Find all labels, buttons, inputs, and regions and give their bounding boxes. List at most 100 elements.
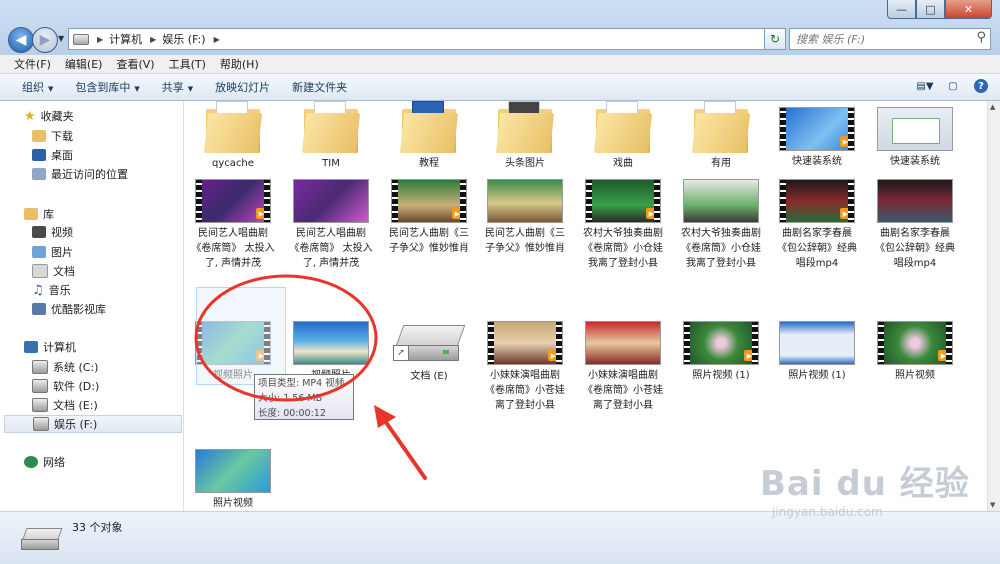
sidebar-item-documents[interactable]: 文档 <box>32 262 75 280</box>
preview-pane-icon[interactable]: ▢ <box>944 78 962 94</box>
sidebar-item-desktop[interactable]: 桌面 <box>32 146 73 164</box>
sidebar-item-label: 系统 (C:) <box>53 361 99 374</box>
search-icon[interactable]: ⚲ <box>976 30 986 45</box>
sidebar-computer[interactable]: 计算机 <box>24 338 76 356</box>
new-folder-button[interactable]: 新建文件夹 <box>292 79 347 95</box>
maximize-button[interactable]: □ <box>916 0 945 19</box>
share-label: 共享 <box>161 81 184 94</box>
sidebar-item-drive-c[interactable]: 系统 (C:) <box>32 358 98 376</box>
file-item-video[interactable]: 农村大爷独奏曲剧《卷席筒》小仓娃我离了登封小县 <box>678 179 764 271</box>
sidebar-item-pictures[interactable]: 图片 <box>32 243 73 261</box>
video-library-icon <box>32 226 46 238</box>
sidebar-libraries[interactable]: 库 <box>24 205 54 223</box>
file-name: 照片视频 (1) <box>788 370 846 381</box>
file-item-video[interactable]: ▶ 快速装系统 <box>774 107 860 169</box>
file-item-video[interactable]: ▶ 小妹妹演唱曲剧《卷席筒》小苍娃离了登封小县 <box>482 321 568 413</box>
chevron-down-icon: ▼ <box>134 85 140 93</box>
menu-edit[interactable]: 编辑(E) <box>65 56 103 72</box>
vertical-scrollbar[interactable]: ▲ ▼ <box>987 101 1000 511</box>
file-item-folder[interactable]: 戏曲 <box>580 101 666 171</box>
file-item-folder[interactable]: qycache <box>190 101 276 171</box>
file-item-video[interactable]: ▶ 民间艺人曲剧《三子争父》惟妙惟肖 <box>386 179 472 256</box>
file-name: 快速装系统 <box>792 156 842 167</box>
file-name: 民间艺人曲剧《三子争父》惟妙惟肖 <box>485 228 565 254</box>
tooltip-size: 大小: 1.56 MB <box>258 393 323 404</box>
file-name: 快速装系统 <box>890 156 940 167</box>
sidebar-item-youku[interactable]: 优酷影视库 <box>32 300 106 318</box>
sidebar-item-drive-f[interactable]: 娱乐 (F:) <box>4 415 182 433</box>
breadcrumb-separator[interactable]: ▶ <box>214 35 220 44</box>
scroll-down-icon[interactable]: ▼ <box>990 501 995 509</box>
file-item-video[interactable]: ▶ 照片视频 (1) <box>678 321 764 383</box>
youku-library-icon <box>32 303 46 315</box>
sidebar-item-label: 娱乐 (F:) <box>54 418 98 431</box>
file-item-video[interactable]: ▶ 照片视频 <box>872 321 958 383</box>
navigation-bar: ◀ ▶ ▼ ▶ 计算机 ▶ 娱乐 (F:) ▶ ▼ ↻ ⚲ <box>0 24 1000 54</box>
file-item-video[interactable]: ▶ 曲剧名家李春晨《包公辞朝》经典唱段mp4 <box>774 179 860 271</box>
file-name: 有用 <box>711 158 731 169</box>
file-name: TIM <box>322 158 340 169</box>
menu-file[interactable]: 文件(F) <box>14 56 51 72</box>
file-item-video[interactable]: 照片视频 <box>190 449 276 511</box>
file-item-drive-shortcut[interactable]: ➚ 文档 (E) <box>386 321 472 384</box>
file-item-video[interactable]: 曲剧名家李春晨《包公辞朝》经典唱段mp4 <box>872 179 958 271</box>
sidebar-item-drive-d[interactable]: 软件 (D:) <box>32 377 99 395</box>
file-item-folder[interactable]: TIM <box>288 101 374 171</box>
sidebar-item-videos[interactable]: 视频 <box>32 223 73 241</box>
minimize-button[interactable]: — <box>887 0 916 19</box>
file-item-video[interactable]: 小妹妹演唱曲剧《卷席筒》小苍娃离了登封小县 <box>580 321 666 413</box>
file-item-video[interactable]: 民间艺人曲剧《三子争父》惟妙惟肖 <box>482 179 568 256</box>
file-item-video[interactable]: 照片视频 (1) <box>774 321 860 383</box>
folder-icon <box>399 101 459 153</box>
file-item-folder[interactable]: 有用 <box>678 101 764 171</box>
breadcrumb-separator[interactable]: ▶ <box>150 35 156 44</box>
file-item-video[interactable]: ▶ 农村大爷独奏曲剧《卷席筒》小仓娃我离了登封小县 <box>580 179 666 271</box>
breadcrumb-drive-f[interactable]: 娱乐 (F:) <box>162 31 205 47</box>
help-button[interactable]: ? <box>972 78 990 94</box>
file-name: 照片视频 <box>213 498 253 509</box>
file-item-folder[interactable]: 头条图片 <box>482 101 568 171</box>
breadcrumb-computer[interactable]: 计算机 <box>109 31 142 47</box>
back-button[interactable]: ◀ <box>8 27 34 53</box>
sidebar-item-recent[interactable]: 最近访问的位置 <box>32 165 128 183</box>
file-item-video[interactable]: 快速装系统 <box>872 107 958 169</box>
breadcrumb-separator[interactable]: ▶ <box>97 35 103 44</box>
desktop-icon <box>32 149 46 161</box>
sidebar-item-label: 音乐 <box>48 284 71 297</box>
view-options-icon[interactable]: ▤▼ <box>916 78 934 94</box>
search-input[interactable] <box>794 29 968 49</box>
include-in-library-button[interactable]: 包含到库中 ▼ <box>75 79 139 95</box>
slideshow-button[interactable]: 放映幻灯片 <box>215 79 270 95</box>
share-button[interactable]: 共享 ▼ <box>162 79 193 95</box>
address-bar[interactable]: ▶ 计算机 ▶ 娱乐 (F:) ▶ ▼ <box>68 28 786 50</box>
command-bar-right: ▤▼ ▢ ? <box>916 78 990 94</box>
sidebar-item-music[interactable]: ♫ 音乐 <box>32 281 71 299</box>
file-info-tooltip: 项目类型: MP4 视频 大小: 1.56 MB 长度: 00:00:12 <box>254 374 354 420</box>
file-item-video[interactable]: ▶ 民间艺人唱曲剧《卷席筒》 太投入了, 声情并茂 <box>190 179 276 271</box>
search-box[interactable]: ⚲ <box>789 28 991 50</box>
file-item-folder[interactable]: 教程 <box>386 101 472 171</box>
scroll-up-icon[interactable]: ▲ <box>990 103 995 111</box>
close-button[interactable]: ✕ <box>945 0 992 19</box>
refresh-button[interactable]: ↻ <box>764 28 786 50</box>
forward-button[interactable]: ▶ <box>32 27 58 53</box>
sidebar-item-label: 下载 <box>51 130 73 143</box>
sidebar-item-label: 软件 (D:) <box>53 380 100 393</box>
menu-view[interactable]: 查看(V) <box>116 56 154 72</box>
drive-icon <box>32 360 48 374</box>
computer-icon <box>24 341 38 353</box>
video-thumbnail <box>683 179 759 223</box>
menu-bar: 文件(F) 编辑(E) 查看(V) 工具(T) 帮助(H) <box>0 55 1000 74</box>
sidebar-network[interactable]: 网络 <box>24 453 65 471</box>
network-icon <box>24 456 38 468</box>
file-name: 头条图片 <box>505 158 545 169</box>
sidebar-item-downloads[interactable]: 下载 <box>32 127 73 145</box>
menu-tools[interactable]: 工具(T) <box>169 56 206 72</box>
menu-help[interactable]: 帮助(H) <box>220 56 259 72</box>
sidebar-item-drive-e[interactable]: 文档 (E:) <box>32 396 98 414</box>
sidebar-favorites[interactable]: ★ 收藏夹 <box>24 107 74 125</box>
sidebar-item-label: 视频 <box>51 226 73 239</box>
organize-button[interactable]: 组织 ▼ <box>22 79 53 95</box>
recent-pages-dropdown[interactable]: ▼ <box>58 34 64 43</box>
file-item-video[interactable]: 民间艺人唱曲剧《卷席筒》 太投入了, 声情并茂 <box>288 179 374 271</box>
